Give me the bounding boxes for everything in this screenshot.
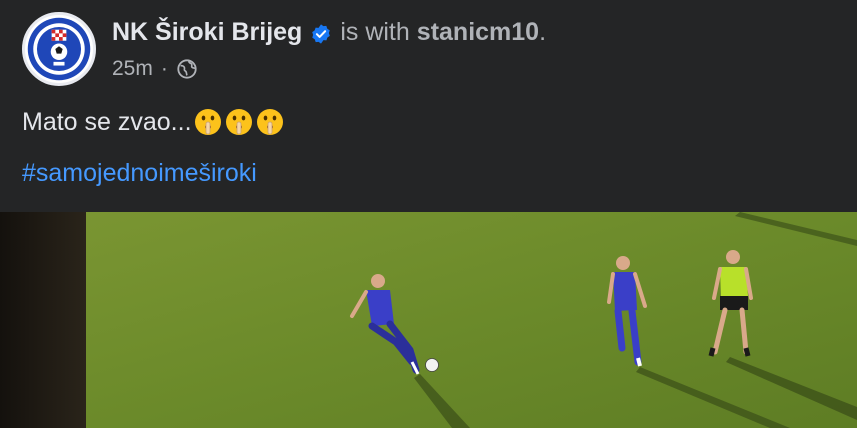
post-meta: 25m · bbox=[112, 56, 198, 82]
video-frame bbox=[0, 212, 857, 428]
tagged-user-link[interactable]: stanicm10 bbox=[417, 16, 539, 48]
page-avatar[interactable] bbox=[22, 12, 96, 86]
hashtag-link[interactable]: #samojednoimeširoki bbox=[22, 156, 257, 190]
globe-icon[interactable] bbox=[176, 58, 198, 80]
separator-dot: · bbox=[160, 57, 168, 80]
post-message: Mato se zvao... bbox=[22, 104, 285, 140]
with-text: is with bbox=[340, 18, 410, 46]
post-message-text: Mato se zvao... bbox=[22, 108, 192, 136]
verified-badge-icon bbox=[310, 21, 332, 44]
football bbox=[425, 358, 439, 372]
shushing-face-emoji bbox=[224, 107, 254, 137]
post-timestamp-link[interactable]: 25m bbox=[112, 56, 153, 82]
club-crest-logo bbox=[27, 17, 91, 81]
shushing-face-emoji bbox=[255, 107, 285, 137]
post-video[interactable] bbox=[0, 212, 857, 428]
post-author-line: NK Široki Brijeg is with stanicm10 . bbox=[112, 16, 546, 48]
post-header: NK Široki Brijeg is with stanicm10 . 25m… bbox=[22, 12, 857, 88]
shushing-face-emoji bbox=[193, 107, 223, 137]
period-text: . bbox=[539, 18, 547, 46]
page-name-link[interactable]: NK Široki Brijeg bbox=[112, 16, 302, 48]
